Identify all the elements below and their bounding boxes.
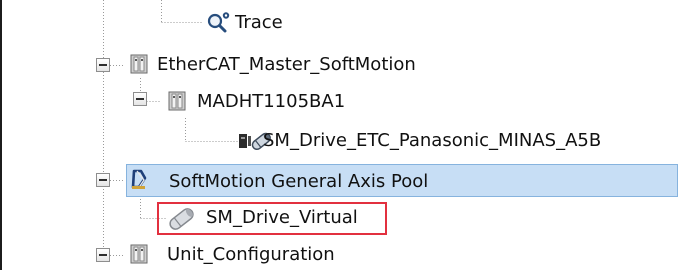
tree-node-label: Trace xyxy=(235,12,283,33)
device-icon xyxy=(168,91,186,111)
trace-icon xyxy=(207,12,230,33)
device-icon xyxy=(130,54,148,74)
tree-node-label: SM_Drive_Virtual xyxy=(206,207,358,228)
collapse-toggle[interactable] xyxy=(133,92,147,106)
axis-pool-icon xyxy=(131,169,147,190)
tree-node-label: MADHT1105BA1 xyxy=(197,91,346,112)
collapse-toggle[interactable] xyxy=(96,248,110,262)
pane-border xyxy=(0,0,2,270)
tree-node-label: Unit_Configuration xyxy=(167,244,335,265)
tree-node-label: SM_Drive_ETC_Panasonic_MINAS_A5B xyxy=(263,130,602,151)
collapse-toggle[interactable] xyxy=(96,173,110,187)
tree-node-label: EtherCAT_Master_SoftMotion xyxy=(157,54,416,75)
virtual-axis-icon xyxy=(169,208,194,230)
device-icon xyxy=(130,244,148,264)
collapse-toggle[interactable] xyxy=(96,58,110,72)
tree-node-label: SoftMotion General Axis Pool xyxy=(169,171,429,192)
